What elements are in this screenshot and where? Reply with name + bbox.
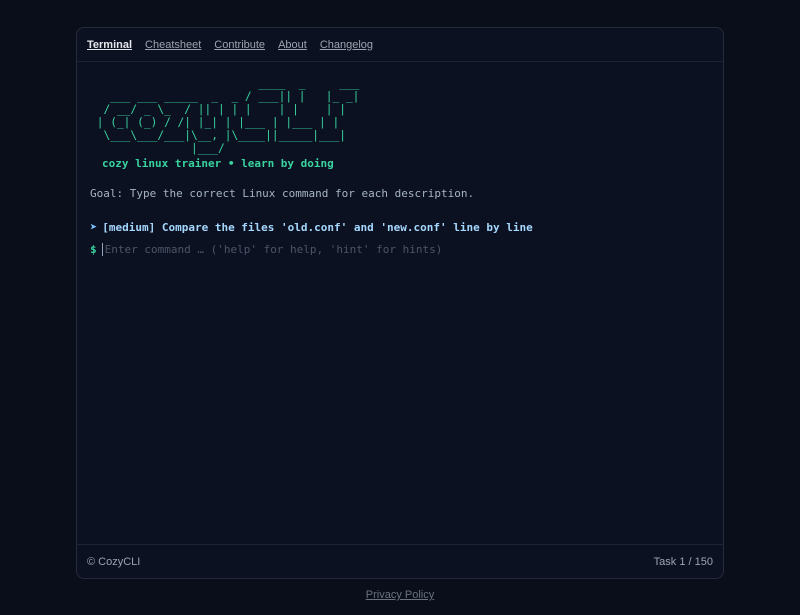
terminal-area: ____ _ ___ ___ ___ _____ _ _ / ___|| | |… [77, 63, 723, 544]
nav-changelog[interactable]: Changelog [320, 39, 373, 51]
privacy-policy-link[interactable]: Privacy Policy [366, 589, 434, 601]
nav-terminal[interactable]: Terminal [87, 39, 132, 51]
cozycli-ascii-logo: ____ _ ___ ___ ___ _____ _ _ / ___|| | |… [96, 77, 360, 155]
app-window: Terminal Cheatsheet Contribute About Cha… [76, 27, 724, 579]
goal-text: Goal: Type the correct Linux command for… [90, 187, 475, 200]
nav-contribute[interactable]: Contribute [214, 39, 265, 51]
nav-about[interactable]: About [278, 39, 307, 51]
top-nav: Terminal Cheatsheet Contribute About Cha… [77, 28, 723, 62]
task-progress: Task 1 / 150 [653, 555, 713, 568]
nav-cheatsheet[interactable]: Cheatsheet [145, 39, 201, 51]
arrow-icon: ➤ [90, 220, 98, 234]
privacy-footer: Privacy Policy [0, 589, 800, 601]
command-input[interactable] [101, 243, 585, 256]
copyright: © CozyCLI [87, 555, 141, 568]
window-footer: © CozyCLI Task 1 / 150 [77, 544, 723, 578]
tagline: cozy linux trainer • learn by doing [102, 157, 334, 170]
task-description: [medium] Compare the files 'old.conf' an… [102, 220, 533, 234]
prompt-symbol: $ [90, 243, 97, 256]
command-prompt: $ [90, 243, 723, 256]
current-task: ➤ [medium] Compare the files 'old.conf' … [90, 220, 723, 234]
